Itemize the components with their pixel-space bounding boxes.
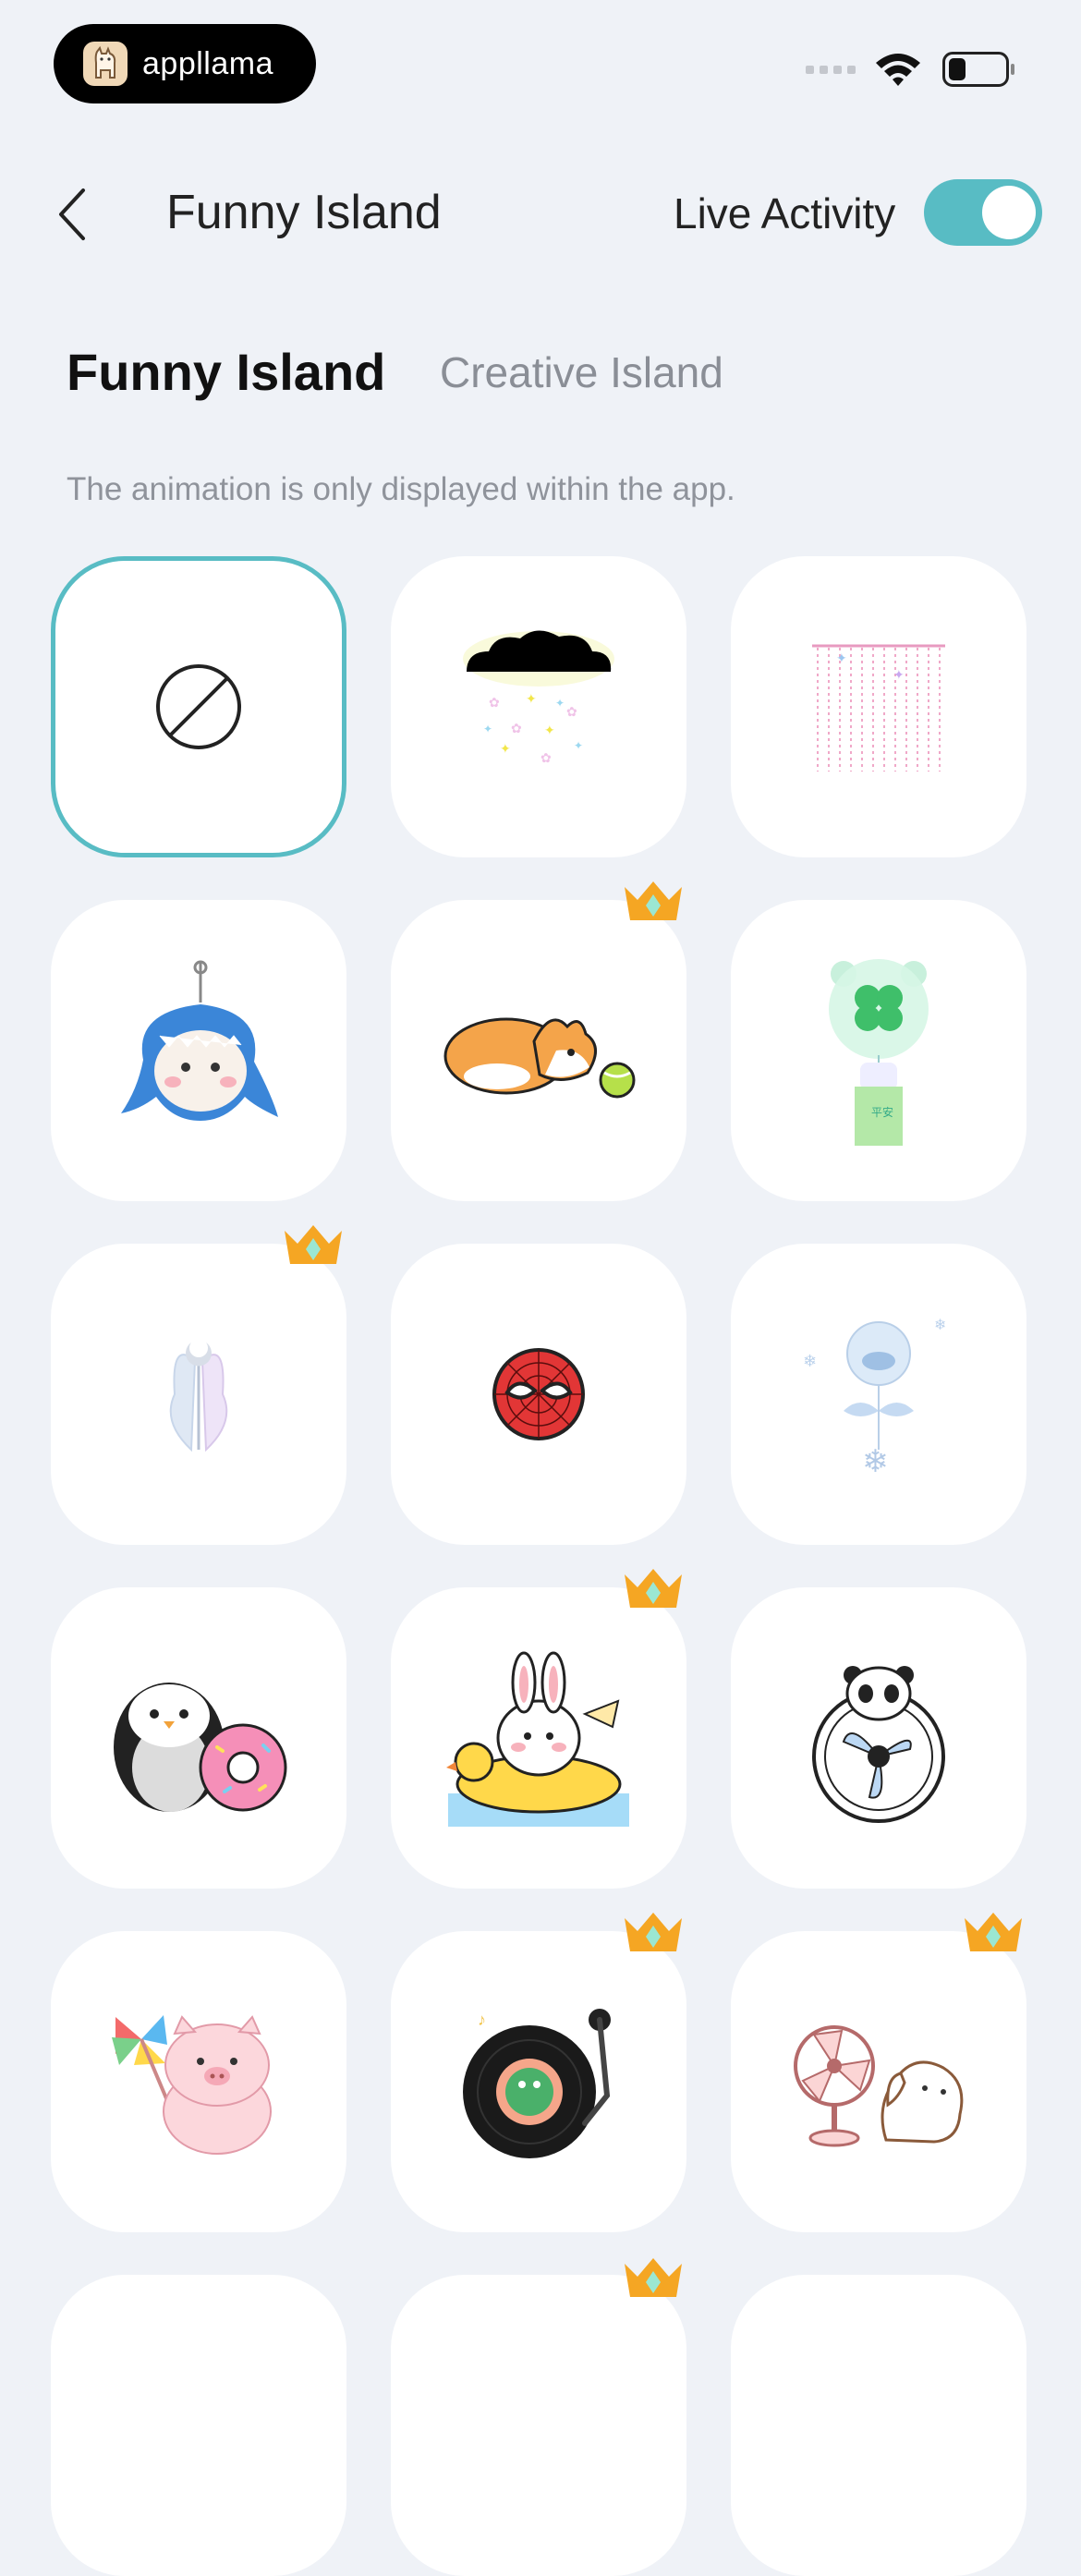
panda-fan-icon [812,1666,945,1823]
status-icons [806,52,1014,87]
clover-wind-chime-icon: 平安 [829,959,929,1146]
svg-text:✿: ✿ [540,750,552,765]
animation-tile-none[interactable] [51,556,346,857]
animation-tile[interactable]: 平安 [731,900,1026,1201]
frog-record-icon: ♪ [463,2009,611,2158]
signal-icon [806,65,856,74]
animation-tile[interactable] [731,1587,1026,1889]
premium-crown-icon [625,881,682,920]
svg-text:❄: ❄ [862,1444,889,1479]
animation-tile[interactable] [731,2275,1026,2576]
svg-text:✦: ✦ [526,691,537,706]
bead-curtain-icon: ✦ ✦ [812,644,945,772]
corgi-ball-icon [443,1017,636,1099]
animation-tile[interactable]: ✦ ✦ [731,556,1026,857]
butterfly-icon [169,1343,228,1452]
animation-tile[interactable] [51,2275,346,2576]
svg-text:✦: ✦ [836,650,847,665]
spiderman-mask-icon [492,1348,585,1440]
page-title: Funny Island [166,186,442,239]
brand-name: appllama [142,45,273,81]
animation-tile[interactable] [391,1244,686,1545]
svg-text:♪: ♪ [478,2011,486,2029]
battery-icon [942,52,1014,87]
svg-text:✦: ✦ [500,741,511,756]
pig-pinwheel-icon [112,2015,272,2155]
svg-text:平安: 平安 [871,1105,893,1119]
bunny-duck-float-icon [446,1651,629,1827]
svg-text:❄: ❄ [934,1318,946,1333]
animation-tile[interactable] [731,1931,1026,2232]
back-button[interactable] [55,181,111,248]
animation-tile[interactable]: ♪ [391,1931,686,2232]
svg-text:❄: ❄ [803,1352,817,1370]
toggle-knob [982,186,1036,239]
premium-crown-icon [965,1913,1022,1951]
svg-text:✿: ✿ [489,695,500,710]
animation-tile[interactable] [51,900,346,1201]
animation-tile[interactable]: ✿ ✿ ✿ ✿ ✦ ✦ ✦ ✦ ✦ ✦ [391,556,686,857]
animation-note: The animation is only displayed within t… [67,471,735,507]
snow-chime-icon: ❄ ❄ ❄ [803,1318,946,1479]
penguin-donut-icon [114,1683,287,1812]
svg-text:✿: ✿ [511,721,522,735]
svg-text:✦: ✦ [544,723,555,737]
animation-tile[interactable] [51,1931,346,2232]
svg-text:✦: ✦ [574,739,583,752]
premium-crown-icon [285,1225,342,1264]
shark-plush-icon [121,960,278,1121]
wifi-icon [876,54,920,86]
premium-crown-icon [625,1913,682,1951]
animation-tile[interactable] [391,1587,686,1889]
animation-tile[interactable] [391,900,686,1201]
animation-tile[interactable] [51,1244,346,1545]
rain-cloud-icon: ✿✿✿✿ ✦✦✦ ✦✦✦ [463,630,614,765]
live-activity-label: Live Activity [674,189,896,237]
premium-crown-icon [625,2258,682,2297]
llama-icon [83,42,128,86]
animation-tile[interactable] [391,2275,686,2576]
animation-tile[interactable] [51,1587,346,1889]
svg-text:✦: ✦ [555,697,565,710]
tab-funny-island[interactable]: Funny Island [67,342,385,402]
svg-text:✦: ✦ [893,667,905,682]
none-icon [156,664,241,749]
brand-pill: appllama [54,24,316,103]
svg-text:✦: ✦ [483,723,492,735]
premium-crown-icon [625,1569,682,1608]
chevron-left-icon [59,188,85,240]
svg-text:✿: ✿ [566,704,577,719]
tab-creative-island[interactable]: Creative Island [440,347,723,397]
animation-tile[interactable]: ❄ ❄ ❄ [731,1244,1026,1545]
live-activity-toggle[interactable] [924,179,1042,246]
puppy-fan-icon [794,2025,964,2147]
